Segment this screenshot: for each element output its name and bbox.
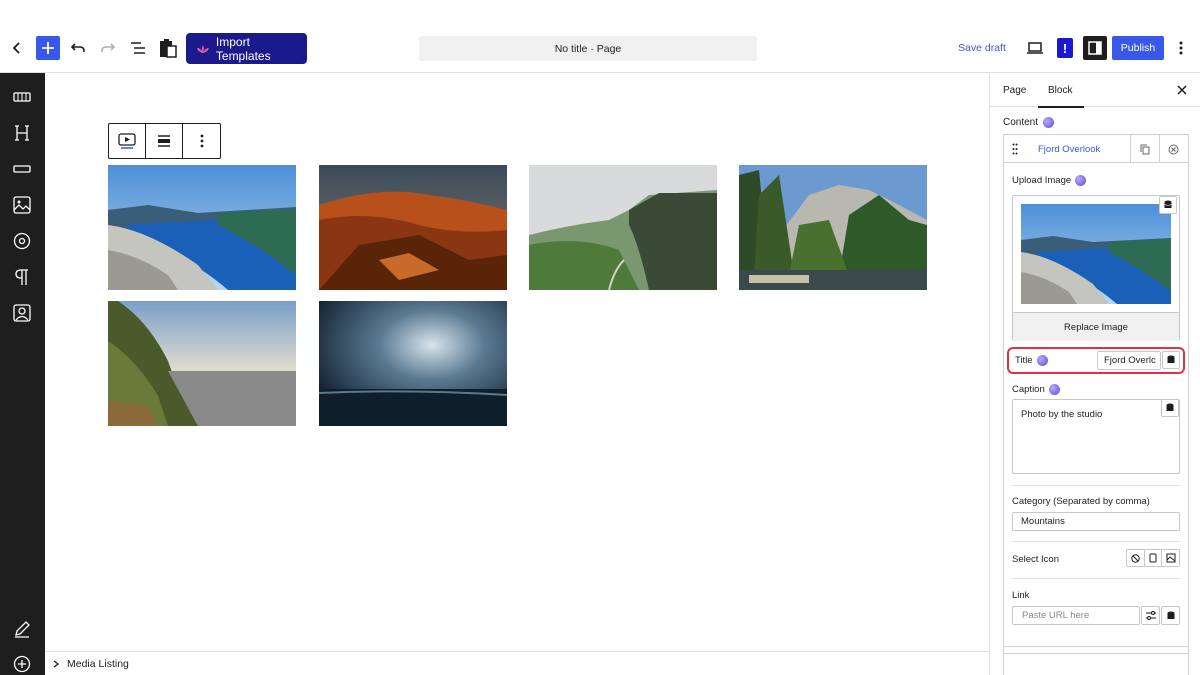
top-toolbar: Import Templates No title · Page Save dr… [0,0,1200,73]
heading-icon[interactable] [11,122,33,144]
divider [1012,485,1180,486]
tab-page[interactable]: Page [1003,85,1026,96]
chevron-right-icon [53,659,59,668]
image-option[interactable] [1162,550,1179,566]
block-toolbar [108,123,221,159]
caption-textarea[interactable]: Photo by the studio [1012,399,1180,474]
link-input[interactable]: Paste URL here [1012,606,1140,625]
import-templates-label: Import Templates [215,34,271,63]
gallery-photo-red-rocks[interactable] [319,165,507,290]
dynamic-data-icon[interactable] [1162,351,1180,369]
remove-icon[interactable] [1159,135,1187,163]
circle-target-icon[interactable] [11,230,33,252]
settings-sidebar-icon[interactable] [1083,36,1107,60]
divider-icon[interactable] [11,158,33,180]
publish-button[interactable]: Publish [1112,36,1164,60]
image-upload-box[interactable]: Replace Image [1012,195,1180,341]
add-block-button[interactable] [36,36,60,60]
gallery-photo-stormy-sea[interactable] [319,301,507,426]
save-draft-button[interactable]: Save draft [958,42,1006,54]
gallery-photo-coastal-cliff[interactable] [108,301,296,426]
caption-label: Caption [1012,384,1060,395]
slider-icon[interactable] [11,86,33,108]
title-input[interactable]: Fjord Overlc [1097,351,1161,370]
icon-type-toggle [1126,549,1180,567]
category-label: Category (Separated by comma) [1012,496,1150,507]
media-item-panel: Fjord Overlook Upload Image Replace Imag… [1003,134,1189,654]
breadcrumb-bar: Media Listing [45,651,989,675]
inspector-tabs: Page Block [990,73,1200,108]
add-circle-icon[interactable] [11,653,33,675]
drag-handle-icon[interactable] [1012,143,1018,155]
image-preview [1021,204,1171,304]
editor-canvas [45,73,989,651]
align-icon[interactable] [146,124,183,158]
notice-button[interactable]: ! [1057,38,1073,58]
dynamic-data-icon[interactable] [1161,606,1180,625]
icon-option[interactable] [1145,550,1163,566]
document-title[interactable]: No title · Page [419,36,757,61]
lotus-icon [196,44,209,53]
gallery-photo-yosemite[interactable] [739,165,927,290]
select-icon-label: Select Icon [1012,554,1059,565]
more-options-icon[interactable] [1172,38,1190,58]
dynamic-data-icon[interactable] [1159,196,1177,214]
breadcrumb-media-listing[interactable]: Media Listing [67,658,129,670]
clipboard-icon[interactable] [156,34,180,62]
list-view-icon[interactable] [126,36,150,60]
next-media-item[interactable] [1003,646,1189,675]
gallery-photo-fjord[interactable] [108,165,296,290]
title-label: Title [1015,355,1048,366]
undo-icon[interactable] [66,36,90,60]
desktop-preview-icon[interactable] [1024,38,1046,58]
editor-app: Import Templates No title · Page Save dr… [0,0,1200,675]
duplicate-icon[interactable] [1130,135,1158,163]
redo-icon[interactable] [96,36,120,60]
upload-image-label: Upload Image [1012,175,1087,186]
content-section-label: Content [1003,117,1055,128]
image-icon[interactable] [11,194,33,216]
ai-assist-icon[interactable] [1043,117,1055,128]
edit-icon[interactable] [11,618,33,640]
tab-block[interactable]: Block [1037,85,1086,108]
settings-sidebar: Page Block Content Fjord Overlook Upload… [989,73,1200,675]
gallery-photo-green-cliffs[interactable] [529,165,717,290]
media-listing-block-icon[interactable] [109,124,146,158]
ai-assist-icon[interactable] [1048,384,1060,395]
divider [1012,578,1180,579]
media-item-name[interactable]: Fjord Overlook [1038,144,1100,155]
block-rail [0,73,45,675]
link-settings-icon[interactable] [1141,606,1160,625]
ai-assist-icon[interactable] [1075,175,1087,186]
block-options-icon[interactable] [183,124,220,158]
contact-icon[interactable] [11,302,33,324]
dynamic-data-icon[interactable] [1161,399,1179,417]
no-icon-option[interactable] [1127,550,1145,566]
back-icon[interactable] [6,36,28,60]
media-item-header[interactable]: Fjord Overlook [1004,135,1188,163]
ai-assist-icon[interactable] [1036,355,1048,366]
divider [1012,541,1180,542]
replace-image-button[interactable]: Replace Image [1013,312,1179,341]
category-input[interactable]: Mountains [1012,512,1180,531]
close-icon[interactable] [1176,83,1190,97]
link-label: Link [1012,590,1030,601]
title-field-row: Title Fjord Overlc [1007,347,1185,374]
import-templates-button[interactable]: Import Templates [186,33,307,64]
paragraph-icon[interactable] [11,266,33,288]
